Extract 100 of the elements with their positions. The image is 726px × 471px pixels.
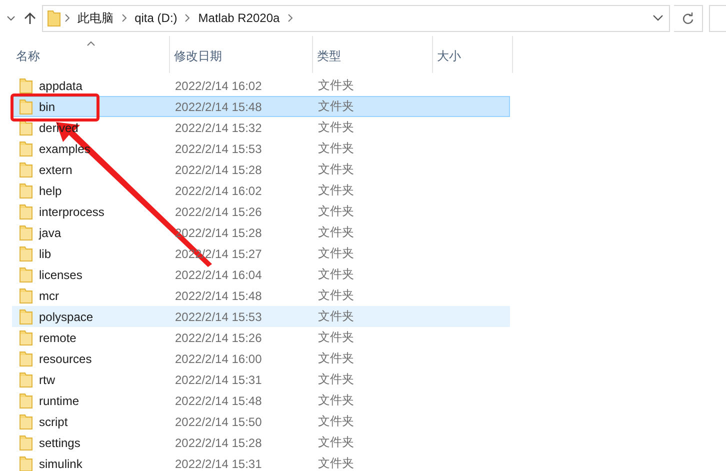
modified-date: 2022/2/14 15:48 bbox=[174, 394, 263, 408]
chevron-right-icon bbox=[64, 14, 70, 22]
modified-date: 2022/2/14 16:02 bbox=[174, 184, 263, 198]
file-row[interactable]: help 2022/2/14 16:02 文件夹 bbox=[12, 180, 510, 201]
file-name: resources bbox=[39, 352, 92, 366]
modified-date: 2022/2/14 15:28 bbox=[174, 162, 263, 176]
file-row[interactable]: mcr 2022/2/14 15:48 文件夹 bbox=[12, 285, 510, 306]
chevron-down-icon bbox=[652, 15, 663, 21]
file-name: script bbox=[39, 414, 68, 428]
modified-date: 2022/2/14 15:26 bbox=[174, 204, 263, 218]
folder-icon bbox=[19, 140, 33, 156]
folder-icon bbox=[19, 350, 33, 366]
chevron-right-icon bbox=[288, 14, 293, 22]
file-type: 文件夹 bbox=[317, 413, 355, 430]
file-type: 文件夹 bbox=[317, 434, 355, 451]
column-header[interactable]: 名称 bbox=[12, 36, 170, 73]
file-row[interactable]: runtime 2022/2/14 15:48 文件夹 bbox=[12, 390, 510, 411]
modified-date: 2022/2/14 15:48 bbox=[174, 288, 263, 302]
modified-date: 2022/2/14 16:00 bbox=[174, 352, 263, 366]
chevron-right-icon bbox=[185, 14, 190, 22]
folder-icon bbox=[19, 330, 33, 346]
file-name: help bbox=[39, 184, 62, 198]
modified-date: 2022/2/14 15:31 bbox=[174, 456, 263, 470]
column-header[interactable]: 大小 bbox=[433, 36, 513, 73]
folder-icon bbox=[19, 456, 33, 471]
file-name: lib bbox=[39, 246, 52, 260]
modified-date: 2022/2/14 15:31 bbox=[174, 372, 263, 386]
breadcrumb[interactable]: Matlab R2020a bbox=[196, 11, 282, 25]
folder-icon bbox=[19, 182, 33, 198]
file-type: 文件夹 bbox=[317, 266, 355, 283]
file-row[interactable]: remote 2022/2/14 15:26 文件夹 bbox=[12, 327, 510, 348]
file-type: 文件夹 bbox=[317, 371, 355, 388]
file-type: 文件夹 bbox=[317, 203, 355, 220]
file-name: licenses bbox=[39, 268, 82, 282]
search-field[interactable] bbox=[709, 4, 726, 32]
file-name: remote bbox=[39, 330, 76, 344]
arrow-up-icon bbox=[24, 12, 36, 24]
file-name: polyspace bbox=[39, 310, 94, 324]
file-type: 文件夹 bbox=[317, 245, 355, 262]
modified-date: 2022/2/14 15:53 bbox=[174, 310, 263, 324]
modified-date: 2022/2/14 15:28 bbox=[174, 436, 263, 450]
file-row[interactable]: simulink 2022/2/14 15:31 文件夹 bbox=[12, 453, 510, 471]
column-header[interactable]: 修改日期 bbox=[170, 36, 313, 73]
address-field[interactable]: 此电脑 qita (D:) Matlab R2020a bbox=[42, 4, 670, 32]
breadcrumb[interactable]: qita (D:) bbox=[132, 11, 180, 25]
file-type: 文件夹 bbox=[317, 224, 355, 241]
folder-icon bbox=[19, 288, 33, 304]
folder-icon bbox=[46, 10, 61, 26]
folder-icon bbox=[19, 224, 33, 240]
modified-date: 2022/2/14 15:50 bbox=[174, 414, 263, 428]
refresh-button[interactable] bbox=[674, 4, 704, 32]
file-name: mcr bbox=[39, 288, 59, 302]
file-row[interactable]: bin 2022/2/14 15:48 文件夹 bbox=[12, 96, 510, 117]
chevron-right-icon bbox=[122, 14, 127, 22]
file-name: settings bbox=[39, 436, 80, 450]
file-name: interprocess bbox=[39, 204, 104, 218]
file-type: 文件夹 bbox=[317, 287, 355, 304]
file-row[interactable]: interprocess 2022/2/14 15:26 文件夹 bbox=[12, 201, 510, 222]
file-type: 文件夹 bbox=[317, 182, 355, 199]
modified-date: 2022/2/14 15:48 bbox=[174, 100, 263, 114]
file-name: runtime bbox=[39, 394, 80, 408]
folder-icon bbox=[19, 414, 33, 430]
file-type: 文件夹 bbox=[317, 350, 355, 367]
column-header[interactable]: 类型 bbox=[313, 36, 433, 73]
file-type: 文件夹 bbox=[317, 98, 355, 115]
file-row[interactable]: appdata 2022/2/14 16:02 文件夹 bbox=[12, 75, 510, 96]
file-type: 文件夹 bbox=[317, 308, 355, 325]
file-type: 文件夹 bbox=[317, 77, 355, 94]
file-name: rtw bbox=[39, 372, 55, 386]
folder-icon bbox=[19, 246, 33, 262]
folder-icon bbox=[19, 308, 33, 324]
file-row[interactable]: polyspace 2022/2/14 15:53 文件夹 bbox=[12, 306, 510, 327]
file-row[interactable]: resources 2022/2/14 16:00 文件夹 bbox=[12, 348, 510, 369]
folder-icon bbox=[19, 204, 33, 220]
folder-icon bbox=[19, 162, 33, 178]
folder-icon bbox=[19, 392, 33, 408]
folder-icon bbox=[19, 98, 33, 114]
folder-icon bbox=[19, 78, 33, 94]
file-name: extern bbox=[39, 162, 72, 176]
modified-date: 2022/2/14 16:02 bbox=[174, 78, 263, 92]
modified-date: 2022/2/14 15:53 bbox=[174, 142, 263, 156]
modified-date: 2022/2/14 16:04 bbox=[174, 268, 263, 282]
file-type: 文件夹 bbox=[317, 140, 355, 157]
file-row[interactable]: extern 2022/2/14 15:28 文件夹 bbox=[12, 159, 510, 180]
file-type: 文件夹 bbox=[317, 329, 355, 346]
modified-date: 2022/2/14 15:32 bbox=[174, 120, 263, 134]
file-row[interactable]: script 2022/2/14 15:50 文件夹 bbox=[12, 411, 510, 432]
file-row[interactable]: settings 2022/2/14 15:28 文件夹 bbox=[12, 432, 510, 453]
file-name: appdata bbox=[39, 78, 82, 92]
folder-icon bbox=[19, 434, 33, 450]
folder-icon bbox=[19, 266, 33, 282]
breadcrumb[interactable]: 此电脑 bbox=[76, 10, 116, 26]
file-row[interactable]: rtw 2022/2/14 15:31 文件夹 bbox=[12, 369, 510, 390]
file-name: bin bbox=[39, 100, 56, 114]
folder-icon bbox=[19, 120, 33, 136]
file-type: 文件夹 bbox=[317, 119, 355, 136]
sort-ascending-icon bbox=[86, 41, 94, 46]
folder-icon bbox=[19, 372, 33, 388]
file-row[interactable]: licenses 2022/2/14 16:04 文件夹 bbox=[12, 264, 510, 285]
file-type: 文件夹 bbox=[317, 161, 355, 178]
